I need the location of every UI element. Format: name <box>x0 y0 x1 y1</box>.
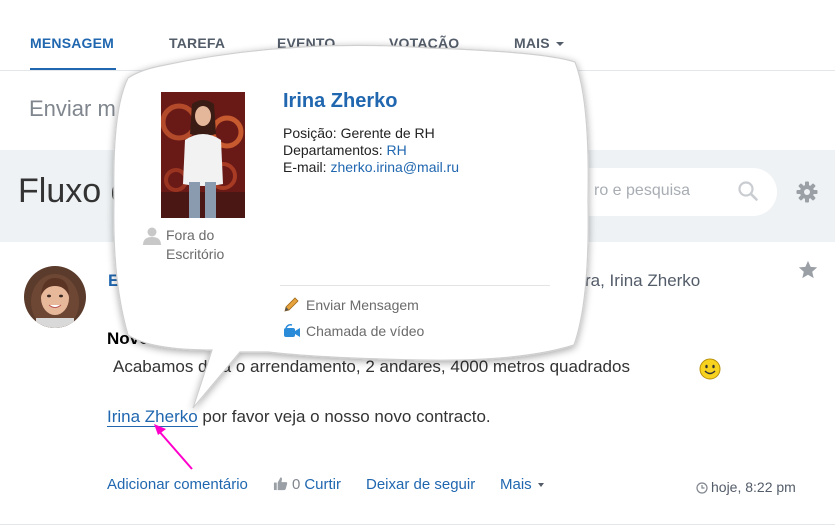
video-camera-icon <box>284 324 300 337</box>
popup-department: Departamentos: RH <box>283 142 407 158</box>
user-status: Fora do Escritório <box>166 226 224 264</box>
user-photo <box>161 92 245 218</box>
email-label: E-mail: <box>283 159 327 175</box>
position-value: Gerente de RH <box>340 125 435 141</box>
popup-email: E-mail: zherko.irina@mail.ru <box>283 159 459 175</box>
position-label: Posição: <box>283 125 337 141</box>
video-call-action[interactable]: Chamada de vídeo <box>283 323 424 339</box>
send-message-action[interactable]: Enviar Mensagem <box>283 297 419 313</box>
department-link[interactable]: RH <box>387 142 407 158</box>
user-popup-balloon <box>113 44 589 409</box>
popup-divider <box>280 285 550 286</box>
pencil-icon <box>284 297 299 312</box>
popup-position: Posição: Gerente de RH <box>283 125 435 141</box>
user-icon <box>143 227 161 245</box>
user-status-line2: Escritório <box>166 246 225 262</box>
popup-user-name[interactable]: Irina Zherko <box>283 90 397 113</box>
department-label: Departamentos: <box>283 142 383 158</box>
user-status-line1: Fora do <box>166 227 215 243</box>
video-call-label: Chamada de vídeo <box>306 323 425 339</box>
email-link[interactable]: zherko.irina@mail.ru <box>330 159 459 175</box>
send-message-label: Enviar Mensagem <box>306 297 419 313</box>
